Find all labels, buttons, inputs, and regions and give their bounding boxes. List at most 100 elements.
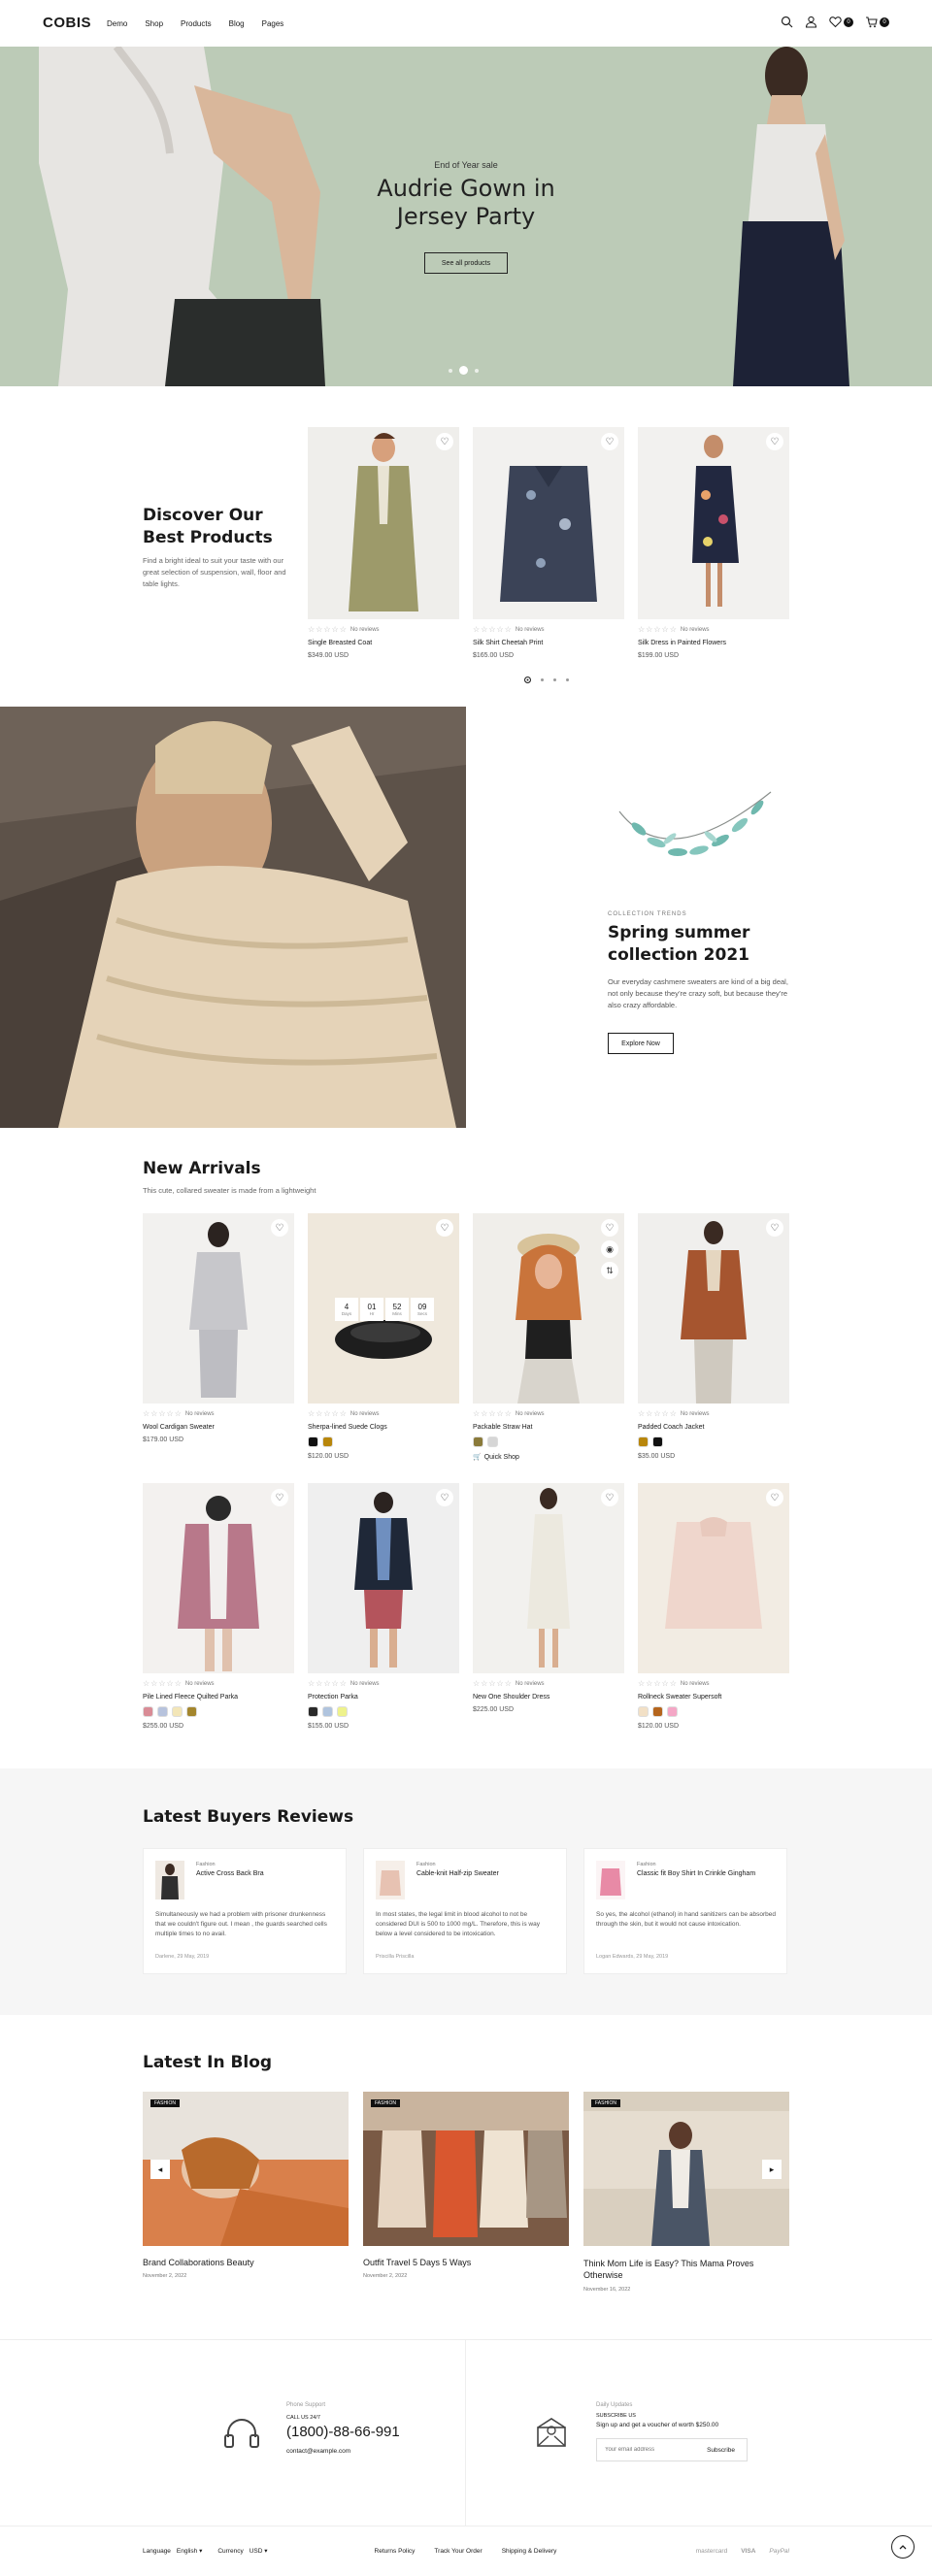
pager-dot-4[interactable]: [566, 678, 569, 681]
product-name[interactable]: Packable Straw Hat: [473, 1424, 624, 1431]
wishlist-heart-icon[interactable]: ♡: [436, 433, 453, 450]
explore-now-button[interactable]: Explore Now: [608, 1033, 674, 1054]
nav-item-blog[interactable]: Blog: [229, 19, 245, 28]
color-swatch[interactable]: [337, 1706, 348, 1717]
color-swatch[interactable]: [322, 1437, 333, 1447]
best-product-card-2[interactable]: ♡ ☆☆☆☆☆ No reviews Silk Shirt Cheetah Pri…: [473, 427, 624, 659]
review-card-3[interactable]: Fashion Classic fit Boy Shirt In Crinkle…: [583, 1848, 787, 1974]
wishlist-heart-icon[interactable]: ♡: [271, 1489, 288, 1506]
phone-number[interactable]: (1800)-88-66-991: [286, 2424, 400, 2440]
product-name[interactable]: Sherpa-lined Suede Clogs: [308, 1424, 459, 1431]
review-product-name[interactable]: Active Cross Back Bra: [196, 1870, 264, 1877]
review-card-1[interactable]: Fashion Active Cross Back Bra Simultaneo…: [143, 1848, 347, 1974]
color-swatch[interactable]: [652, 1437, 663, 1447]
color-swatch[interactable]: [638, 1706, 649, 1717]
product-name[interactable]: Single Breasted Coat: [308, 640, 459, 646]
carousel-next-arrow-icon[interactable]: ▸: [762, 2160, 782, 2179]
blog-post-title[interactable]: Think Mom Life is Easy? This Mama Proves…: [583, 2258, 789, 2281]
arrival-product-card[interactable]: ♡ ☆☆☆☆☆ No reviews New One Shoulder Dress $2…: [473, 1483, 624, 1713]
blog-post-2[interactable]: FASHION Outfit Travel 5 Days 5 Ways Nove…: [363, 2092, 569, 2279]
product-image[interactable]: [143, 1213, 294, 1404]
subscribe-button[interactable]: Subscribe: [695, 2447, 747, 2454]
pager-dot-2[interactable]: [541, 678, 544, 681]
quick-shop-link[interactable]: 🛒 Quick Shop: [473, 1453, 624, 1462]
product-image[interactable]: [308, 1483, 459, 1673]
cart-icon[interactable]: 0: [865, 16, 889, 28]
product-image[interactable]: [143, 1483, 294, 1673]
review-product-name[interactable]: Cable-knit Half-zip Sweater: [416, 1870, 499, 1877]
product-name[interactable]: Wool Cardigan Sweater: [143, 1424, 294, 1431]
nav-item-products[interactable]: Products: [181, 19, 212, 28]
review-product-name[interactable]: Classic fit Boy Shirt In Crinkle Gingham: [637, 1870, 755, 1877]
color-swatch[interactable]: [473, 1437, 483, 1447]
footer-link-shipping[interactable]: Shipping & Delivery: [502, 2548, 557, 2555]
nav-item-pages[interactable]: Pages: [262, 19, 284, 28]
product-image[interactable]: [638, 1483, 789, 1673]
color-swatch[interactable]: [487, 1437, 498, 1447]
wishlist-heart-icon[interactable]: ♡: [436, 1219, 453, 1237]
pager-dot-3[interactable]: [553, 678, 556, 681]
arrival-product-card[interactable]: ♡ 4 Days 01 Hr 52 Mins 09 Secs ☆☆☆☆☆ No reviews She…: [308, 1213, 459, 1460]
color-swatch[interactable]: [172, 1706, 183, 1717]
blog-tag[interactable]: FASHION: [150, 2099, 180, 2107]
compare-arrows-icon[interactable]: ⇅: [601, 1262, 618, 1279]
wishlist-heart-icon[interactable]: ♡: [436, 1489, 453, 1506]
product-image[interactable]: [638, 1213, 789, 1404]
color-swatch[interactable]: [322, 1706, 333, 1717]
color-swatch[interactable]: [143, 1706, 153, 1717]
currency-select[interactable]: USD ▾: [250, 2547, 268, 2555]
brand-logo[interactable]: COBIS: [43, 15, 91, 31]
product-image[interactable]: [308, 427, 459, 619]
back-to-top-button[interactable]: [891, 2535, 915, 2559]
account-icon[interactable]: [805, 16, 817, 28]
blog-image[interactable]: [143, 2092, 349, 2246]
wishlist-icon[interactable]: 0: [829, 16, 853, 28]
best-product-card-3[interactable]: ♡ ☆☆☆☆☆ No reviews Silk Dress in Painted …: [638, 427, 789, 659]
arrival-product-card[interactable]: ♡ ☆☆☆☆☆ No reviews Rollneck Sweater Superso…: [638, 1483, 789, 1730]
hero-dot-3[interactable]: [475, 368, 479, 373]
color-swatch[interactable]: [638, 1437, 649, 1447]
wishlist-heart-icon[interactable]: ♡: [766, 1219, 783, 1237]
wishlist-heart-icon[interactable]: ♡: [601, 1489, 618, 1506]
wishlist-heart-icon[interactable]: ♡: [601, 1219, 618, 1237]
blog-post-title[interactable]: Outfit Travel 5 Days 5 Ways: [363, 2258, 569, 2267]
color-swatch[interactable]: [667, 1706, 678, 1717]
pager-dot-1[interactable]: [524, 677, 531, 683]
wishlist-heart-icon[interactable]: ♡: [766, 433, 783, 450]
color-swatch[interactable]: [308, 1437, 318, 1447]
product-image[interactable]: [473, 1483, 624, 1673]
color-swatch[interactable]: [186, 1706, 197, 1717]
language-select[interactable]: English ▾: [177, 2547, 202, 2555]
wishlist-heart-icon[interactable]: ♡: [271, 1219, 288, 1237]
product-name[interactable]: Silk Shirt Cheetah Print: [473, 640, 624, 646]
arrival-product-card[interactable]: ♡ ☆☆☆☆☆ No reviews Protection Parka $155.00 …: [308, 1483, 459, 1730]
quick-view-eye-icon[interactable]: ◉: [601, 1240, 618, 1258]
hero-dot-2[interactable]: [460, 367, 467, 374]
search-icon[interactable]: [781, 16, 793, 28]
nav-item-shop[interactable]: Shop: [145, 19, 163, 28]
arrival-product-card[interactable]: ♡ ☆☆☆☆☆ No reviews Pile Lined Fleece Quilte…: [143, 1483, 294, 1730]
blog-post-3[interactable]: FASHION ▸ Think Mom Life is Easy? This M…: [583, 2092, 789, 2293]
arrival-product-card[interactable]: ♡ ☆☆☆☆☆ No reviews Wool Cardigan Sweater $17…: [143, 1213, 294, 1443]
color-swatch[interactable]: [157, 1706, 168, 1717]
best-product-card-1[interactable]: ♡ ☆☆☆☆☆ No reviews Single Breasted Coat $…: [308, 427, 459, 659]
nav-item-demo[interactable]: Demo: [107, 19, 127, 28]
product-name[interactable]: Padded Coach Jacket: [638, 1424, 789, 1431]
product-name[interactable]: Silk Dress in Painted Flowers: [638, 640, 789, 646]
blog-post-1[interactable]: FASHION ◂ Brand Collaborations Beauty No…: [143, 2092, 349, 2279]
footer-link-track[interactable]: Track Your Order: [434, 2548, 482, 2555]
product-image[interactable]: [473, 427, 624, 619]
product-name[interactable]: Rollneck Sweater Supersoft: [638, 1694, 789, 1701]
blog-post-title[interactable]: Brand Collaborations Beauty: [143, 2258, 349, 2267]
product-image[interactable]: [473, 1213, 624, 1404]
newsletter-email-input[interactable]: [597, 2447, 696, 2453]
carousel-prev-arrow-icon[interactable]: ◂: [150, 2160, 170, 2179]
wishlist-heart-icon[interactable]: ♡: [766, 1489, 783, 1506]
product-name[interactable]: Protection Parka: [308, 1694, 459, 1701]
wishlist-heart-icon[interactable]: ♡: [601, 433, 618, 450]
product-name[interactable]: New One Shoulder Dress: [473, 1694, 624, 1701]
blog-image[interactable]: [363, 2092, 569, 2246]
arrival-product-card[interactable]: ♡ ◉ ⇅ ☆☆☆☆☆ No reviews Packable Straw Hat 🛒 Qui…: [473, 1213, 624, 1461]
color-swatch[interactable]: [308, 1706, 318, 1717]
blog-tag[interactable]: FASHION: [371, 2099, 400, 2107]
